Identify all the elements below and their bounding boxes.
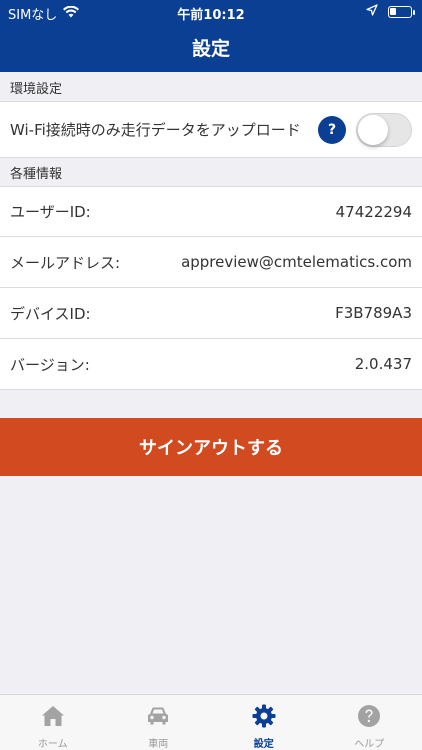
tab-vehicle-label: 車両	[148, 739, 169, 750]
device-id-value: F3B789A3	[335, 304, 412, 322]
tab-home[interactable]: ホーム	[0, 695, 106, 750]
car-icon	[148, 707, 169, 725]
email-value: appreview@cmtelematics.com	[181, 253, 412, 271]
gear-icon	[252, 704, 276, 728]
tab-bar: ホーム 車両 設定 ヘルプ	[0, 694, 422, 750]
home-icon	[41, 706, 64, 726]
wifi-upload-toggle[interactable]	[356, 112, 412, 147]
tab-help-label: ヘルプ	[354, 739, 385, 750]
status-right	[366, 4, 415, 20]
status-time: 午前10:12	[177, 8, 245, 23]
toggle-knob	[358, 114, 388, 145]
info-row-email: メールアドレス: appreview@cmtelematics.com	[0, 237, 422, 288]
tab-vehicle[interactable]: 車両	[106, 695, 212, 750]
app-header: SIMなし 午前10:12 設定	[0, 0, 422, 72]
tab-settings-label: 設定	[253, 739, 274, 750]
version-value: 2.0.437	[354, 355, 412, 373]
battery-icon	[388, 6, 415, 18]
wifi-upload-controls: ?	[318, 112, 412, 147]
email-label: メールアドレス:	[10, 253, 121, 272]
info-row-version: バージョン: 2.0.437	[0, 339, 422, 390]
wifi-upload-row: Wi-Fi接続時のみ走行データをアップロード ?	[0, 101, 422, 158]
location-arrow-icon	[366, 4, 378, 20]
version-label: バージョン:	[10, 355, 90, 374]
section-header-environment: 環境設定	[0, 76, 422, 104]
tab-home-label: ホーム	[37, 739, 68, 750]
help-icon	[358, 705, 381, 727]
user-id-label: ユーザーID:	[10, 203, 91, 221]
device-id-label: デバイスID:	[10, 304, 91, 323]
status-bar: SIMなし 午前10:12	[0, 0, 422, 24]
info-row-device-id: デバイスID: F3B789A3	[0, 288, 422, 339]
user-id-value: 47422294	[335, 202, 412, 221]
tab-settings[interactable]: 設定	[211, 695, 317, 750]
signout-button[interactable]: サインアウトする	[0, 418, 422, 476]
help-button[interactable]: ?	[318, 115, 346, 144]
tab-help[interactable]: ヘルプ	[317, 695, 422, 750]
wifi-upload-label: Wi-Fi接続時のみ走行データをアップロード	[10, 121, 301, 139]
info-row-user-id: ユーザーID: 47422294	[0, 186, 422, 237]
page-title: 設定	[191, 38, 230, 60]
section-header-info: 各種情報	[0, 161, 422, 189]
